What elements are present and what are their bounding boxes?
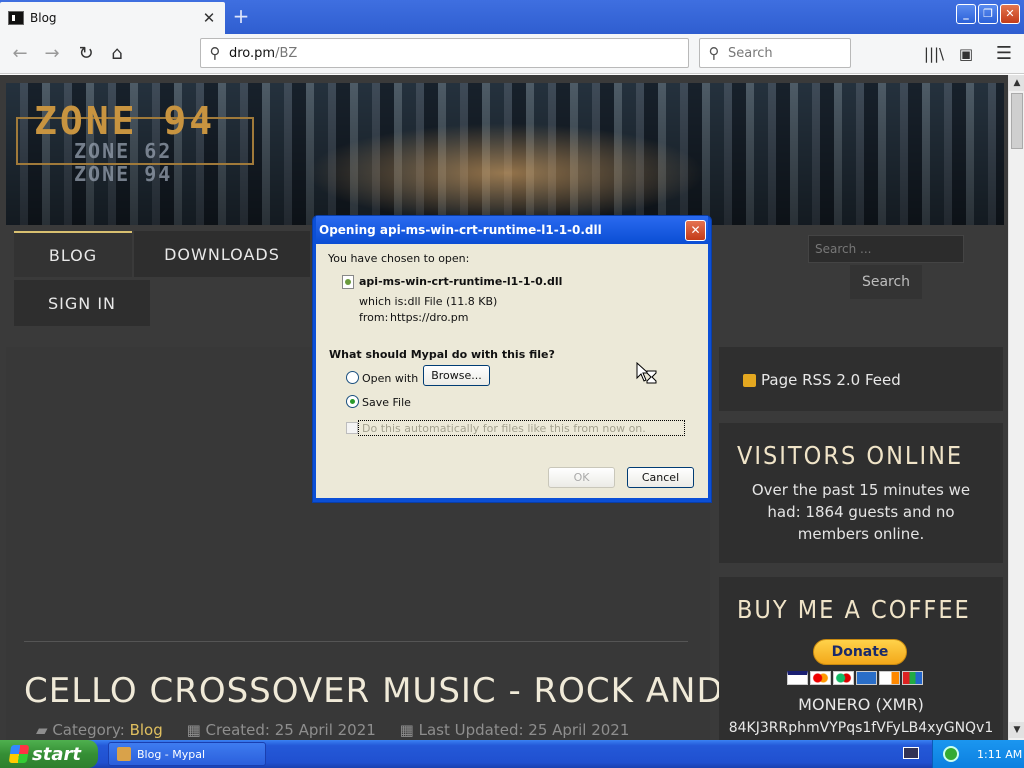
card-icon [902, 671, 923, 685]
menu-icon[interactable]: ☰ [992, 42, 1016, 66]
monero-label: MONERO (XMR) [798, 695, 924, 714]
home-icon[interactable]: ⌂ [105, 42, 129, 66]
clock: 1:11 AM [977, 747, 1023, 761]
question-text: What should Mypal do with this file? [329, 348, 555, 361]
minimize-icon[interactable]: _ [956, 4, 976, 24]
divider [24, 641, 688, 642]
widget-title: VISITORS ONLINE [737, 441, 964, 470]
updated-date: Last Updated: 25 April 2021 [418, 721, 630, 739]
url-path: /BZ [275, 45, 298, 61]
mastercard-icon [810, 671, 831, 685]
site-search-input[interactable]: Search ... [808, 235, 964, 263]
busy-cursor-icon [636, 362, 657, 384]
site-logo[interactable]: ZONE 94 [34, 99, 215, 143]
search-icon: ⚲ [209, 44, 221, 62]
menu-item-blog[interactable]: BLOG [14, 231, 132, 277]
forward-arrow-icon[interactable]: → [40, 42, 64, 66]
visitors-widget: VISITORS ONLINE Over the past 15 minutes… [719, 423, 1003, 563]
sidebar-icon[interactable]: ▣ [954, 42, 978, 66]
browser-tab-strip: Blog ✕ + _ ❐ ✕ [0, 0, 1024, 34]
network-icon[interactable] [943, 746, 959, 762]
search-placeholder: Search [728, 45, 773, 61]
download-dialog: Opening api-ms-win-crt-runtime-l1-1-0.dl… [312, 215, 712, 503]
browse-button[interactable]: Browse... [423, 365, 490, 386]
logo-subtitle: ZONE 62 [74, 139, 173, 163]
windows-logo-icon [8, 745, 30, 763]
reload-icon[interactable]: ↻ [74, 42, 98, 66]
restore-icon[interactable]: ❐ [978, 4, 998, 24]
site-favicon-icon [8, 11, 24, 25]
visa-icon [787, 671, 808, 685]
url-host: dro.pm [229, 45, 276, 61]
search-icon: ⚲ [708, 44, 720, 62]
file-name: api-ms-win-crt-runtime-l1-1-0.dll [359, 275, 563, 288]
visitors-text: Over the past 15 minutes we had: 1864 gu… [751, 481, 971, 543]
auto-label: Do this automatically for files like thi… [362, 422, 646, 435]
file-source: https://dro.pm [390, 311, 469, 324]
open-with-radio[interactable] [346, 371, 359, 384]
article-meta: ▰ Category: Blog ▦ Created: 25 April 202… [36, 721, 629, 739]
rss-icon [743, 374, 756, 387]
system-tray: 1:11 AM [932, 740, 1024, 768]
url-bar[interactable]: ⚲ dro.pm/BZ [200, 38, 689, 68]
browser-search-input[interactable]: ⚲ Search [699, 38, 851, 68]
site-banner: ZONE 94 ZONE 62 ZONE 94 [6, 83, 1004, 225]
coffee-widget: BUY ME A COFFEE Donate MONERO (XMR) 84KJ… [719, 577, 1003, 740]
tab-title: Blog [30, 11, 57, 25]
rss-link[interactable]: Page RSS 2.0 Feed [761, 371, 901, 389]
calendar-icon: ▦ [167, 721, 206, 739]
ok-button[interactable]: OK [548, 467, 615, 488]
tab-blog[interactable]: Blog ✕ [0, 2, 225, 34]
scrollbar-thumb[interactable] [1011, 93, 1023, 149]
menu-item-downloads[interactable]: DOWNLOADS [134, 231, 310, 277]
category-link[interactable]: Blog [130, 721, 163, 739]
calendar-icon: ▦ [380, 721, 419, 739]
scroll-down-icon[interactable]: ▼ [1009, 722, 1024, 738]
logo-subtitle: ZONE 94 [74, 162, 173, 186]
discover-icon [879, 671, 900, 685]
folder-icon: ▰ [36, 721, 53, 739]
save-file-label[interactable]: Save File [362, 396, 411, 409]
dialog-titlebar[interactable]: Opening api-ms-win-crt-runtime-l1-1-0.dl… [316, 216, 708, 244]
site-search-button[interactable]: Search [850, 265, 922, 299]
back-arrow-icon[interactable]: ← [8, 42, 32, 66]
new-tab-icon[interactable]: + [230, 6, 252, 28]
maestro-icon [833, 671, 854, 685]
amex-icon [856, 671, 877, 685]
auto-checkbox[interactable] [346, 422, 358, 434]
created-date: Created: 25 April 2021 [205, 721, 376, 739]
payment-cards [787, 671, 923, 685]
cancel-button[interactable]: Cancel [627, 467, 694, 488]
library-icon[interactable]: |||\ [922, 42, 946, 66]
scroll-up-icon[interactable]: ▲ [1009, 75, 1024, 91]
vertical-scrollbar[interactable]: ▲ ▼ [1008, 75, 1024, 740]
window-controls: _ ❐ ✕ [956, 4, 1020, 24]
widget-title: BUY ME A COFFEE [737, 595, 971, 624]
from-label: from: [359, 311, 389, 324]
file-icon [342, 275, 354, 289]
category-label: Category: [52, 721, 130, 739]
close-icon[interactable]: ✕ [685, 219, 706, 241]
navigation-toolbar: ← → ↻ ⌂ ⚲ dro.pm/BZ ⚲ Search |||\ ▣ ☰ [0, 34, 1024, 74]
file-type: .dll File (11.8 KB) [404, 295, 498, 308]
close-window-icon[interactable]: ✕ [1000, 4, 1020, 24]
taskbar: start Blog - Mypal 1:11 AM [0, 740, 1024, 768]
start-label: start [32, 743, 81, 765]
menu-item-sign-in[interactable]: SIGN IN [14, 280, 150, 326]
dialog-title: Opening api-ms-win-crt-runtime-l1-1-0.dl… [319, 223, 602, 237]
monero-address: 84KJ3RRphmVYPqs1fVFyLB4xyGNQv1 [728, 720, 994, 736]
open-with-label[interactable]: Open with [362, 372, 418, 385]
start-button[interactable]: start [0, 740, 98, 768]
taskbar-window-button[interactable]: Blog - Mypal [108, 742, 266, 766]
browser-icon [117, 747, 131, 761]
rss-widget: Page RSS 2.0 Feed [719, 347, 1003, 411]
taskbar-window-label: Blog - Mypal [137, 747, 206, 761]
donate-button[interactable]: Donate [813, 639, 907, 665]
banner-glow [306, 123, 706, 223]
keyboard-icon[interactable] [903, 747, 919, 759]
save-file-radio[interactable] [346, 395, 359, 408]
chosen-text: You have chosen to open: [328, 252, 470, 265]
which-is-label: which is: [359, 295, 408, 308]
close-tab-icon[interactable]: ✕ [199, 9, 219, 27]
